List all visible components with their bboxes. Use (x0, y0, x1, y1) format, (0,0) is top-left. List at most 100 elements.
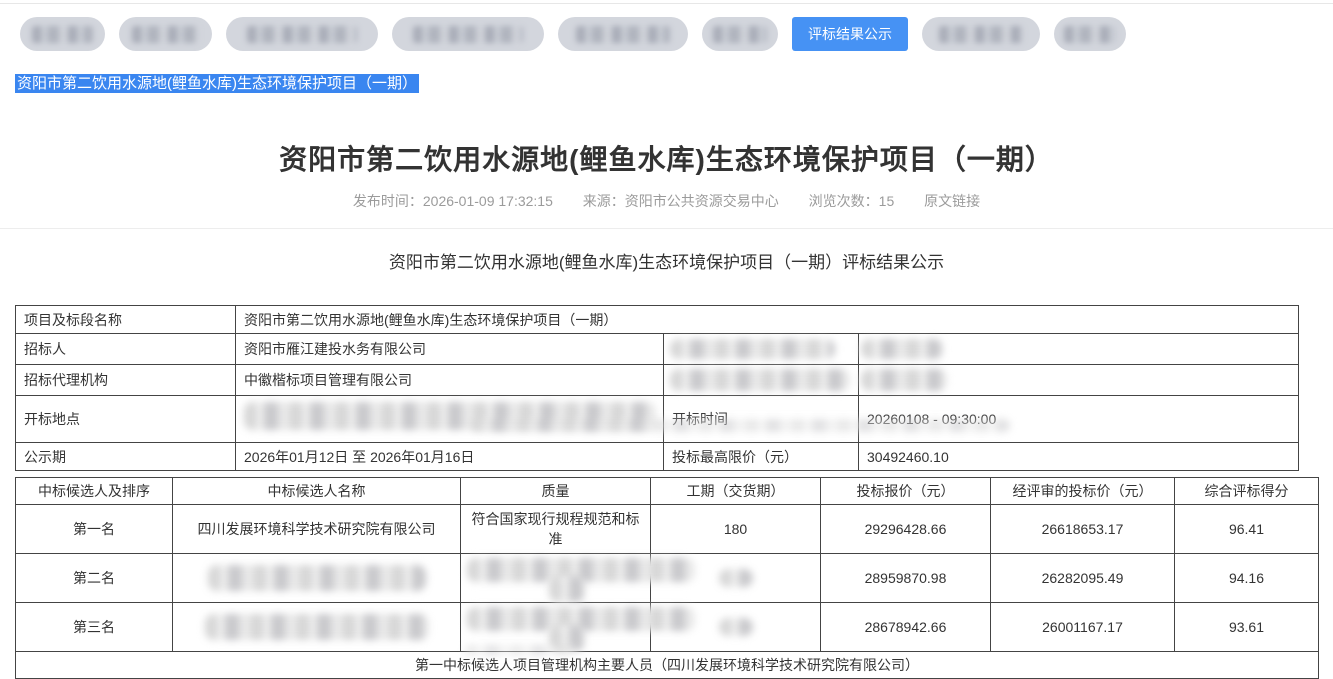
info-value-tenderer: 资阳市雁江建投水务有限公司 (236, 334, 664, 365)
redacted-cell (859, 334, 1299, 365)
redacted-text-blur (713, 26, 768, 43)
redacted-text-blur (549, 576, 585, 602)
redacted-cell (173, 554, 461, 603)
table-row: 第一名 四川发展环境科学技术研究院有限公司 符合国家现行规程规范和标准 180 … (16, 505, 1319, 554)
redacted-cell (664, 365, 859, 396)
table-row: 招标人 资阳市雁江建投水务有限公司 (16, 334, 1299, 365)
publish-time: 发布时间：2026-01-09 17:32:15 (353, 193, 553, 209)
col-header-score: 综合评标得分 (1175, 478, 1319, 505)
table-header-row: 中标候选人及排序 中标候选人名称 质量 工期（交货期） 投标报价（元） 经评审的… (16, 478, 1319, 505)
table-row: 招标代理机构 中徽楷标项目管理有限公司 (16, 365, 1299, 396)
redacted-cell (651, 554, 821, 603)
table-row: 项目及标段名称 资阳市第二饮用水源地(鲤鱼水库)生态环境保护项目（一期） (16, 306, 1299, 334)
candidate-evaluated-price: 26282095.49 (991, 554, 1175, 603)
table-row: 公示期 2026年01月12日 至 2026年01月16日 投标最高限价（元） … (16, 443, 1299, 471)
source: 来源：资阳市公共资源交易中心 (583, 193, 779, 209)
info-label-project: 项目及标段名称 (16, 306, 236, 334)
nav-tab-redacted-7[interactable] (922, 17, 1040, 51)
publish-time-value: 2026-01-09 17:32:15 (423, 193, 553, 209)
project-info-table-wrap: 项目及标段名称 资阳市第二饮用水源地(鲤鱼水库)生态环境保护项目（一期） 招标人… (15, 305, 1333, 471)
redacted-text-blur (413, 26, 522, 43)
info-value-project: 资阳市第二饮用水源地(鲤鱼水库)生态环境保护项目（一期） (236, 306, 1299, 334)
redacted-text-blur (719, 569, 753, 587)
page-title: 资阳市第二饮用水源地(鲤鱼水库)生态环境保护项目（一期） (0, 138, 1333, 178)
redacted-text-blur (32, 26, 93, 43)
selected-result-link[interactable]: 资阳市第二饮用水源地(鲤鱼水库)生态环境保护项目（一期） (15, 74, 419, 93)
info-label-tenderer: 招标人 (16, 334, 236, 365)
info-value-max-price: 30492460.10 (859, 443, 1299, 471)
nav-tab-redacted-3[interactable] (226, 17, 378, 51)
info-label-opening-place: 开标地点 (16, 396, 236, 443)
footer-note: 第一中标候选人项目管理机构主要人员（四川发展环境科学技术研究院有限公司） (16, 652, 1319, 679)
candidates-table-wrap: 中标候选人及排序 中标候选人名称 质量 工期（交货期） 投标报价（元） 经评审的… (15, 477, 1333, 679)
redacted-text-blur (861, 369, 947, 391)
view-count: 浏览次数：15 (809, 193, 895, 209)
info-value-opening-time: 20260108 - 09:30:00 (859, 396, 1299, 443)
table-footer-row: 第一中标候选人项目管理机构主要人员（四川发展环境科学技术研究院有限公司） (16, 652, 1319, 679)
col-header-rank: 中标候选人及排序 (16, 478, 173, 505)
candidates-table: 中标候选人及排序 中标候选人名称 质量 工期（交货期） 投标报价（元） 经评审的… (15, 477, 1319, 679)
candidate-name: 四川发展环境科学技术研究院有限公司 (173, 505, 461, 554)
nav-tab-redacted-5[interactable] (558, 17, 688, 51)
project-info-table: 项目及标段名称 资阳市第二饮用水源地(鲤鱼水库)生态环境保护项目（一期） 招标人… (15, 305, 1299, 471)
selected-result-line: 资阳市第二饮用水源地(鲤鱼水库)生态环境保护项目（一期） (15, 73, 1333, 96)
candidate-score: 96.41 (1175, 505, 1319, 554)
col-header-duration: 工期（交货期） (651, 478, 821, 505)
article-meta: 发布时间：2026-01-09 17:32:15 来源：资阳市公共资源交易中心 … (0, 191, 1333, 211)
table-row: 第二名 28959870.98 26282095.49 94.16 (16, 554, 1319, 603)
notice-subtitle: 资阳市第二饮用水源地(鲤鱼水库)生态环境保护项目（一期）评标结果公示 (0, 248, 1333, 273)
candidate-duration: 180 (651, 505, 821, 554)
nav-tab-redacted-1[interactable] (20, 17, 105, 51)
original-link[interactable]: 原文链接 (924, 193, 980, 209)
source-label: 来源： (583, 193, 625, 209)
col-header-name: 中标候选人名称 (173, 478, 461, 505)
candidate-bid-price: 28959870.98 (821, 554, 991, 603)
info-label-publicity-period: 公示期 (16, 443, 236, 471)
redacted-text-blur (247, 26, 356, 43)
table-row: 开标地点 开标时间 20260108 - 09:30:00 (16, 396, 1299, 443)
nav-tab-redacted-2[interactable] (119, 17, 212, 51)
redacted-text-blur (939, 26, 1024, 43)
redacted-text-blur (719, 618, 753, 636)
header-divider (0, 228, 1333, 229)
nav-tab-redacted-6[interactable] (702, 17, 778, 51)
nav-tab-redacted-4[interactable] (392, 17, 544, 51)
candidate-rank: 第三名 (16, 603, 173, 652)
redacted-text-blur (208, 565, 426, 591)
publish-time-label: 发布时间： (353, 193, 423, 209)
main-nav: 评标结果公示 (20, 17, 1333, 51)
page-top-divider (0, 3, 1333, 4)
nav-tab-redacted-8[interactable] (1054, 17, 1126, 51)
info-label-agency: 招标代理机构 (16, 365, 236, 396)
redacted-cell (651, 603, 821, 652)
info-label-max-price: 投标最高限价（元） (664, 443, 859, 471)
nav-tab-evaluation-result[interactable]: 评标结果公示 (792, 17, 908, 51)
redacted-cell (461, 554, 651, 603)
candidate-evaluated-price: 26001167.17 (991, 603, 1175, 652)
redacted-cell (664, 334, 859, 365)
redacted-cell (859, 365, 1299, 396)
table-row: 第三名 28678942.66 26001167.17 93.61 (16, 603, 1319, 652)
info-value-agency: 中徽楷标项目管理有限公司 (236, 365, 664, 396)
candidate-evaluated-price: 26618653.17 (991, 505, 1175, 554)
redacted-text-blur (549, 625, 585, 651)
candidate-bid-price: 29296428.66 (821, 505, 991, 554)
redacted-text-blur (861, 339, 943, 359)
redacted-text-blur (576, 26, 670, 43)
candidate-score: 94.16 (1175, 554, 1319, 603)
redacted-text-blur (670, 339, 835, 359)
view-count-value: 15 (879, 193, 895, 209)
redacted-text-blur (132, 26, 199, 43)
info-value-publicity-period: 2026年01月12日 至 2026年01月16日 (236, 443, 664, 471)
candidate-score: 93.61 (1175, 603, 1319, 652)
candidate-quality: 符合国家现行规程规范和标准 (461, 505, 651, 554)
redacted-text-blur (205, 614, 429, 640)
redacted-text-blur (670, 369, 850, 391)
redacted-cell (236, 396, 664, 443)
source-value: 资阳市公共资源交易中心 (625, 193, 779, 209)
redacted-cell (461, 603, 651, 652)
candidate-rank: 第二名 (16, 554, 173, 603)
candidate-bid-price: 28678942.66 (821, 603, 991, 652)
redacted-text-blur (1064, 26, 1116, 43)
view-count-label: 浏览次数： (809, 193, 879, 209)
